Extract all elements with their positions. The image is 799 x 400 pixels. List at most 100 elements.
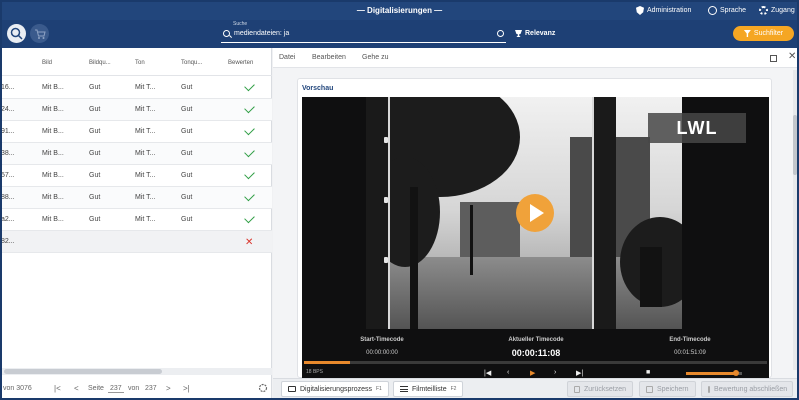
cell-bildqualitaet: Gut: [89, 216, 101, 223]
nav-administration[interactable]: Administration: [636, 6, 691, 15]
search-field[interactable]: Suche mediendateien: ja: [221, 21, 506, 45]
close-icon[interactable]: ✕: [788, 51, 796, 62]
skip-forward-icon[interactable]: ▶|: [576, 369, 583, 377]
cell-bild: Mit B...: [42, 106, 64, 113]
step-back-icon[interactable]: ‹: [507, 369, 509, 376]
total-pages: 237: [145, 385, 157, 392]
cell-tonqualitaet: Gut: [181, 150, 193, 157]
search-label: Suche: [233, 21, 248, 27]
cell-tonqualitaet: Gut: [181, 84, 193, 91]
finish-label: Bewertung abschließen: [714, 385, 788, 393]
search-bar-row: Suche mediendateien: ja Relevanz Suchfil…: [2, 20, 797, 48]
tab-filmteilliste[interactable]: Filmteilliste F2: [393, 381, 464, 397]
menu-edit[interactable]: Bearbeiten: [312, 54, 346, 61]
menu-file[interactable]: Datei: [279, 54, 295, 61]
cell-bildqualitaet: Gut: [89, 194, 101, 201]
current-timecode-label: Aktueller Timecode: [508, 337, 564, 343]
search-mode-button[interactable]: [7, 24, 26, 43]
cell-bild: Mit B...: [42, 194, 64, 201]
table-row[interactable]: 38... Mit B... Gut Mit T... Gut: [2, 143, 272, 165]
cell-id: 91...: [2, 128, 15, 135]
cell-bildqualitaet: Gut: [89, 106, 101, 113]
sort-relevance-button[interactable]: Relevanz: [515, 30, 555, 37]
column-header-bildqualitaet[interactable]: Bildqu...: [89, 60, 111, 66]
table-row[interactable]: 91... Mit B... Gut Mit T... Gut: [2, 121, 272, 143]
prev-page-icon[interactable]: <: [74, 384, 79, 393]
page-input[interactable]: 237: [108, 385, 124, 393]
tab-digitalisierungsprozess[interactable]: Digitalisierungsprozess F1: [281, 381, 389, 397]
funnel-icon: [743, 30, 751, 37]
play-button[interactable]: [516, 194, 554, 232]
volume-knob[interactable]: [733, 370, 740, 376]
page-of-label: von: [128, 385, 140, 392]
skip-back-icon[interactable]: |◀: [484, 369, 491, 377]
start-timecode-label: Start-Timecode: [360, 337, 404, 343]
history-icon[interactable]: [497, 30, 504, 37]
cell-id: 38...: [2, 150, 15, 157]
cell-bild: Mit B...: [42, 216, 64, 223]
table-row[interactable]: 24... Mit B... Gut Mit T... Gut: [2, 99, 272, 121]
step-forward-icon[interactable]: ›: [554, 369, 556, 376]
save-button[interactable]: Speichern: [639, 381, 696, 397]
table-row[interactable]: 16... Mit B... Gut Mit T... Gut: [2, 77, 272, 99]
cell-bildqualitaet: Gut: [89, 84, 101, 91]
finish-icon: [708, 385, 710, 393]
search-filter-button[interactable]: Suchfilter: [733, 26, 794, 41]
cell-id: 82...: [2, 238, 15, 245]
cell-id: 24...: [2, 106, 15, 113]
nav-language[interactable]: Sprache: [708, 6, 746, 15]
search-filter-label: Suchfilter: [753, 30, 784, 37]
expand-icon[interactable]: [770, 55, 777, 62]
search-value: mediendateien: ja: [234, 30, 290, 37]
current-timecode-value: 00:00:11:08: [511, 348, 561, 358]
cell-ton: Mit T...: [135, 216, 156, 223]
cell-ton: Mit T...: [135, 150, 156, 157]
table-row[interactable]: a2... Mit B... Gut Mit T... Gut: [2, 209, 272, 231]
video-player[interactable]: LWL Start-Timecode 00:00:00:00 Aktueller…: [302, 97, 769, 379]
vertical-scrollbar[interactable]: [793, 70, 797, 370]
table-header: Bild Bildqu... Ton Tonqu... Bewerten: [2, 56, 272, 76]
menu-goto[interactable]: Gehe zu: [362, 54, 388, 61]
volume-icon[interactable]: ■: [646, 369, 650, 376]
menu-bar: Datei Bearbeiten Gehe zu ✕: [273, 48, 797, 68]
column-header-bild[interactable]: Bild: [42, 60, 52, 66]
table-row[interactable]: 82... ✕: [2, 231, 272, 253]
volume-slider[interactable]: [686, 370, 742, 376]
finish-rating-button[interactable]: Bewertung abschließen: [701, 381, 793, 397]
save-label: Speichern: [657, 385, 689, 393]
column-header-tonqualitaet[interactable]: Tonqu...: [181, 60, 202, 66]
cell-tonqualitaet: Gut: [181, 106, 193, 113]
cell-tonqualitaet: Gut: [181, 194, 193, 201]
video-progress-bar[interactable]: [304, 361, 767, 364]
cart-button[interactable]: [30, 24, 49, 43]
cell-id: a2...: [2, 216, 15, 223]
last-page-icon[interactable]: >|: [183, 384, 190, 393]
cell-ton: Mit T...: [135, 172, 156, 179]
settings-reset-icon[interactable]: [258, 383, 269, 396]
lwl-logo: LWL: [648, 113, 746, 143]
column-header-ton[interactable]: Ton: [135, 60, 145, 66]
reset-button[interactable]: Zurücksetzen: [567, 381, 633, 397]
table-row[interactable]: 57... Mit B... Gut Mit T... Gut: [2, 165, 272, 187]
scrollbar-thumb[interactable]: [793, 115, 797, 175]
nav-access[interactable]: Zugang: [759, 6, 795, 15]
play-icon[interactable]: ▶: [530, 369, 535, 377]
scrollbar-thumb[interactable]: [4, 369, 162, 374]
cell-ton: Mit T...: [135, 106, 156, 113]
next-page-icon[interactable]: >: [166, 384, 171, 393]
horizontal-scrollbar[interactable]: [2, 368, 272, 375]
reset-icon: [574, 385, 580, 393]
result-count: von 3076: [3, 385, 32, 392]
cell-id: 88...: [2, 194, 15, 201]
nav-administration-label: Administration: [647, 7, 692, 14]
column-header-bewerten[interactable]: Bewerten: [228, 60, 253, 66]
preview-card: Vorschau LWL Start-Timecode 00:00:00:00 …: [297, 78, 772, 379]
cell-ton: Mit T...: [135, 194, 156, 201]
cell-tonqualitaet: Gut: [181, 128, 193, 135]
search-input[interactable]: mediendateien: ja: [221, 28, 506, 43]
pagination: von 3076 |< < Seite 237 von 237 > >|: [2, 383, 272, 397]
trophy-icon: [515, 30, 522, 37]
first-page-icon[interactable]: |<: [54, 384, 61, 393]
table-row[interactable]: 88... Mit B... Gut Mit T... Gut: [2, 187, 272, 209]
results-panel: Bild Bildqu... Ton Tonqu... Bewerten 16.…: [2, 48, 272, 398]
